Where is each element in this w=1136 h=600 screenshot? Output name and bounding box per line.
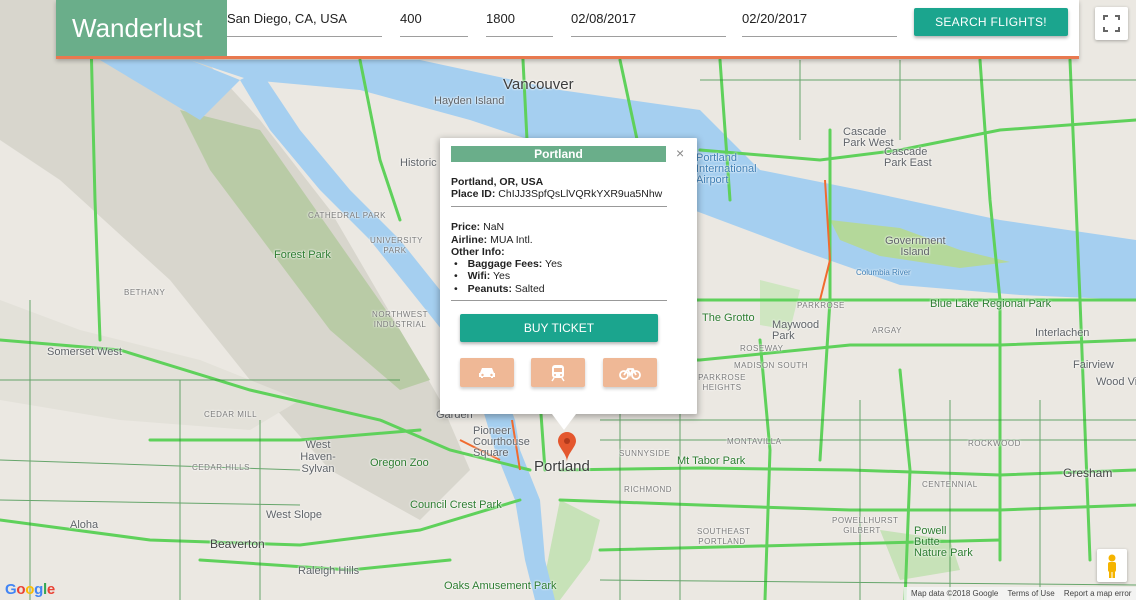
search-bar: Wanderlust San Diego, CA, USA 400 1800 0… (56, 0, 1079, 59)
map-label-the-grotto: The Grotto (702, 312, 755, 324)
map-label-blue-lake: Blue Lake Regional Park (930, 298, 1052, 310)
map-label-maywood-park: Maywood Park (772, 319, 820, 342)
map-label-aloha: Aloha (70, 519, 99, 531)
info-wifi: Wifi: Yes (454, 270, 511, 282)
info-title: Portland (451, 146, 666, 162)
origin-input[interactable]: San Diego, CA, USA (227, 10, 382, 37)
car-icon (479, 367, 495, 378)
map-label-west-slope: West Slope (266, 509, 323, 521)
map-label-rockwood: ROCKWOOD (968, 439, 1021, 448)
map-label-cedar-mill: CEDAR MILL (204, 410, 258, 419)
map-label-parkrose: PARKROSE (797, 301, 845, 310)
map-label-southeast-portland: SOUTHEAST PORTLAND (697, 527, 751, 546)
car-mode-button[interactable] (460, 358, 514, 387)
map-label-cedar-hills: CEDAR HILLS (192, 463, 250, 472)
info-location: Portland, OR, USA (451, 176, 544, 188)
divider (451, 206, 667, 207)
info-baggage: Baggage Fees: Yes (454, 258, 563, 270)
map-label-government-island: Government Island (885, 235, 946, 258)
map-label-mt-tabor: Mt Tabor Park (677, 455, 746, 467)
info-other-label: Other Info: (451, 246, 505, 258)
budget-input[interactable]: 400 (400, 10, 468, 37)
buy-ticket-button[interactable]: BUY TICKET (460, 314, 658, 342)
map-label-somerset-west: Somerset West (47, 346, 122, 358)
map-label-powell-butte: Powell Butte Nature Park (914, 525, 973, 559)
return-date-input[interactable]: 02/20/2017 (742, 10, 897, 37)
map-label-columbia-river: Columbia River (856, 268, 911, 277)
map-label-historic: Historic (400, 157, 437, 169)
map-label-forest-park: Forest Park (274, 249, 331, 261)
map-label-oregon-zoo: Oregon Zoo (370, 457, 429, 469)
map-label-montavilla: MONTAVILLA (727, 437, 782, 446)
map-label-west-haven: West Haven-Sylvan (300, 439, 336, 475)
street-view-button[interactable] (1097, 549, 1127, 582)
map-label-pioneer-square: Pioneer Courthouse Square (473, 425, 530, 459)
map-label-fairview: Fairview (1073, 359, 1114, 371)
map-label-vancouver: Vancouver (503, 76, 574, 93)
map-label-bethany: BETHANY (124, 288, 166, 297)
map-label-parkrose-heights: PARKROSE HEIGHTS (698, 373, 746, 392)
map-label-interlachen: Interlachen (1035, 327, 1090, 339)
terms-link[interactable]: Terms of Use (1008, 589, 1055, 598)
map-label-argay: ARGAY (872, 326, 902, 335)
close-icon[interactable]: × (676, 145, 684, 161)
google-logo[interactable]: Google (5, 581, 55, 598)
map-label-sunnyside: SUNNYSIDE (619, 449, 671, 458)
map-label-portland-airport: Portland International Airport (696, 152, 757, 186)
time-input[interactable]: 1800 (486, 10, 553, 37)
map-label-council-crest: Council Crest Park (410, 499, 502, 511)
map-label-raleigh-hills: Raleigh Hills (298, 565, 360, 577)
divider (451, 300, 667, 301)
train-mode-button[interactable] (531, 358, 585, 387)
map-attribution: Map data ©2018 Google Terms of Use Repor… (904, 587, 1136, 600)
depart-date-input[interactable]: 02/08/2017 (571, 10, 726, 37)
map-label-oaks-park: Oaks Amusement Park (444, 580, 557, 592)
bicycle-mode-button[interactable] (603, 358, 657, 387)
map-label-hayden-island: Hayden Island (434, 95, 505, 107)
map-label-cascade-park-east: Cascade Park East (884, 146, 932, 169)
map-label-richmond: RICHMOND (624, 485, 672, 494)
map-data-text: Map data ©2018 Google (911, 589, 999, 598)
bicycle-icon (619, 367, 641, 380)
map-label-wood-village: Wood Vi (1096, 376, 1136, 388)
fullscreen-icon (1103, 15, 1120, 32)
map-label-northwest-industrial: NORTHWEST INDUSTRIAL (372, 310, 428, 329)
map-label-madison-south: MADISON SOUTH (734, 361, 809, 370)
map-label-beaverton: Beaverton (210, 537, 265, 551)
train-icon (551, 364, 565, 381)
info-place-id: Place ID: ChIJJ3SpfQsLlVQRkYXR9ua5Nhw (451, 188, 663, 200)
map-label-centennial: CENTENNIAL (922, 480, 978, 489)
search-flights-button[interactable]: SEARCH FLIGHTS! (914, 8, 1068, 36)
brand-logo[interactable]: Wanderlust (56, 0, 227, 56)
pegman-icon (1108, 554, 1116, 578)
map-pin-icon[interactable] (558, 432, 576, 462)
info-airline: Airline: MUA Intl. (451, 234, 533, 246)
map-label-university-park: UNIVERSITY PARK (370, 236, 424, 255)
map-label-cathedral-park: CATHEDRAL PARK (308, 211, 386, 220)
info-peanuts: Peanuts: Salted (454, 283, 545, 295)
info-price: Price: NaN (451, 221, 505, 233)
report-error-link[interactable]: Report a map error (1064, 589, 1132, 598)
map-label-gresham: Gresham (1063, 466, 1113, 480)
info-window: Portland × Portland, OR, USA Place ID: C… (440, 138, 697, 430)
map-label-roseway: ROSEWAY (740, 344, 784, 353)
fullscreen-button[interactable] (1095, 7, 1128, 40)
map-label-powellhurst: POWELLHURST GILBERT (832, 516, 899, 535)
